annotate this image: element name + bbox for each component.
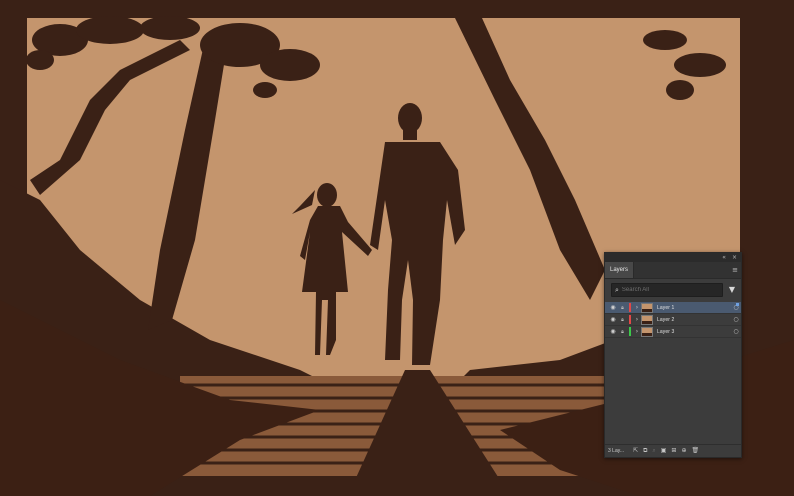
panel-titlebar: « × (605, 253, 741, 262)
layer-count-label: 3 Lay... (608, 448, 625, 454)
layer-name[interactable]: Layer 3 (657, 329, 731, 335)
lock-icon[interactable]: 🔒︎ (618, 317, 627, 323)
search-box: ⌕ (611, 283, 723, 297)
expand-chevron-icon[interactable]: › (633, 304, 641, 311)
delete-icon[interactable]: 🗑︎ (691, 445, 699, 457)
layer-color-strip (629, 327, 631, 336)
search-row: ⌕ ▼ (605, 279, 741, 300)
lock-icon[interactable]: 🔒︎ (618, 329, 627, 335)
collect-icon[interactable]: ⧉ (643, 445, 647, 457)
layer-thumbnail (641, 314, 653, 325)
lock-icon[interactable]: 🔒︎ (618, 305, 627, 311)
close-panel-icon[interactable]: × (732, 253, 737, 262)
search-icon: ⌕ (615, 286, 619, 294)
layer-thumbnail (641, 302, 653, 313)
visibility-eye-icon[interactable]: ◉ (608, 328, 618, 335)
target-circle-icon[interactable]: ○ (731, 328, 741, 335)
layer-color-strip (629, 303, 631, 312)
target-circle-icon[interactable]: ○ (731, 316, 741, 323)
clip-mask-icon[interactable]: ▣ (661, 445, 667, 457)
panel-footer: 3 Lay... ⇱ ⧉ ⌕ ▣ ⊞ ⊕ 🗑︎ (605, 444, 741, 457)
right-edge-trunk (740, 18, 794, 338)
new-layer-icon[interactable]: ⊕ (681, 445, 686, 457)
layer-row[interactable]: ◉ 🔒︎ › Layer 2 ○ (605, 314, 741, 326)
filter-icon[interactable]: ▼ (727, 284, 737, 296)
expand-chevron-icon[interactable]: › (633, 316, 641, 323)
panel-menu-icon[interactable]: ≡ (732, 266, 738, 274)
layer-color-strip (629, 315, 631, 324)
expand-chevron-icon[interactable]: › (633, 328, 641, 335)
collapse-panel-icon[interactable]: « (722, 253, 726, 262)
new-sublayer-icon[interactable]: ⊞ (671, 445, 676, 457)
visibility-eye-icon[interactable]: ◉ (608, 304, 618, 311)
layer-row[interactable]: ◉ 🔒︎ › Layer 1 ○ (605, 302, 741, 314)
export-icon[interactable]: ⇱ (633, 445, 638, 457)
layer-row[interactable]: ◉ 🔒︎ › Layer 3 ○ (605, 326, 741, 338)
layer-thumbnail (641, 326, 653, 337)
tab-layers[interactable]: Layers (605, 262, 635, 278)
panel-tab-row: Layers ≡ (605, 262, 741, 279)
layers-panel: « × Layers ≡ ⌕ ▼ ◉ 🔒︎ › Layer 1 ○ ◉ 🔒︎ › (604, 252, 742, 458)
search-input[interactable] (621, 287, 712, 293)
layer-name[interactable]: Layer 1 (657, 305, 731, 311)
layer-list: ◉ 🔒︎ › Layer 1 ○ ◉ 🔒︎ › Layer 2 ○ ◉ 🔒︎ ›… (605, 302, 741, 338)
layer-name[interactable]: Layer 2 (657, 317, 731, 323)
locate-icon[interactable]: ⌕ (652, 445, 655, 457)
selection-indicator-icon[interactable] (736, 303, 739, 306)
visibility-eye-icon[interactable]: ◉ (608, 316, 618, 323)
